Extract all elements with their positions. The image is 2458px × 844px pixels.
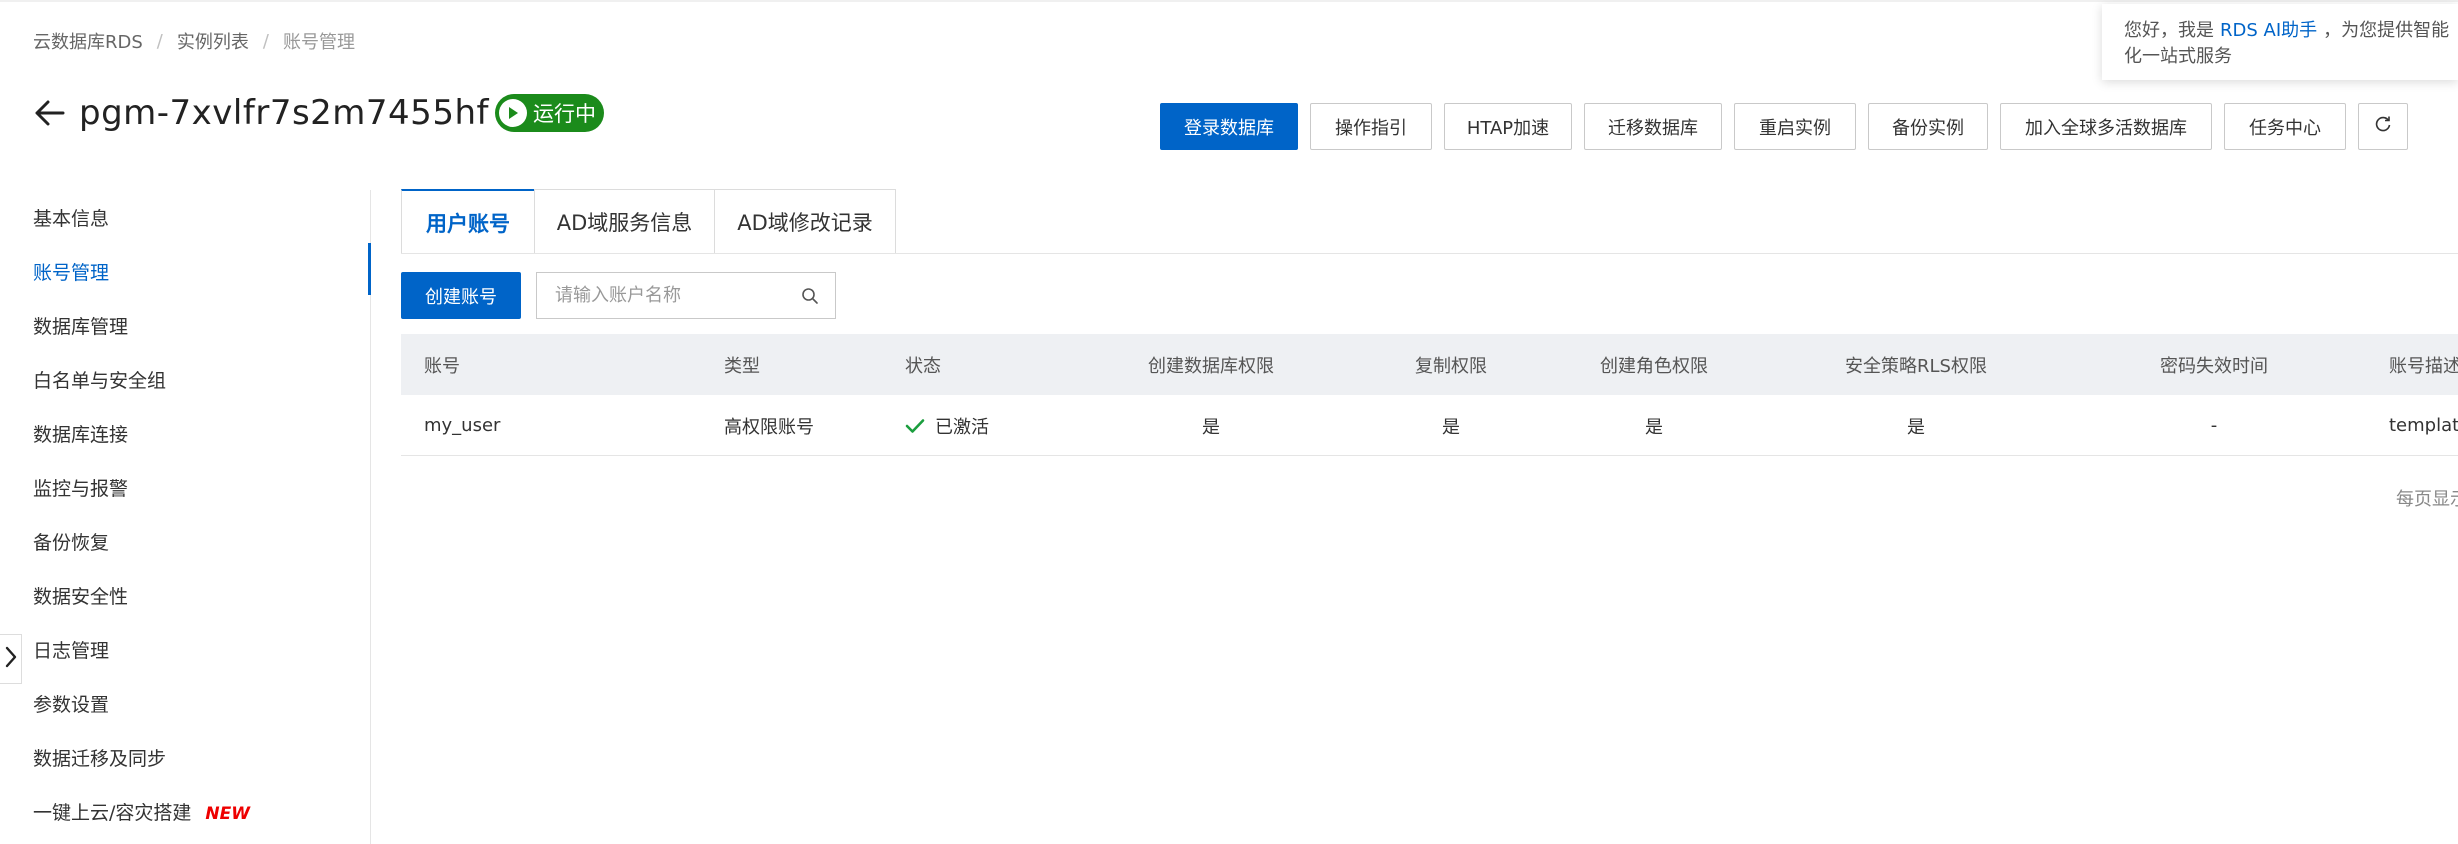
new-badge: NEW: [205, 804, 250, 824]
check-icon: [905, 418, 925, 434]
sidebar-item-database-management[interactable]: 数据库管理: [33, 312, 128, 339]
table-row: my_user 高权限账号 已激活 是 是 是 是 - templat: [401, 395, 2458, 456]
ai-greeting: 您好，我是: [2124, 20, 2214, 41]
migrate-database-button[interactable]: 迁移数据库: [1584, 103, 1722, 150]
refresh-button[interactable]: [2358, 103, 2408, 150]
sidebar-item-whitelist-security-group[interactable]: 白名单与安全组: [33, 366, 166, 393]
restart-instance-button[interactable]: 重启实例: [1734, 103, 1856, 150]
top-divider: [0, 0, 2458, 2]
sidebar-item-parameter-settings[interactable]: 参数设置: [33, 690, 109, 717]
back-arrow-icon[interactable]: [33, 96, 67, 130]
sidebar-item-label: 一键上云/容灾搭建: [33, 802, 192, 824]
breadcrumb-current: 账号管理: [282, 32, 355, 53]
status-badge: 运行中: [494, 94, 604, 132]
cell-create-role-permission: 是: [1645, 416, 1663, 438]
account-tabs: 用户账号 AD域服务信息 AD域修改记录: [401, 189, 896, 254]
per-page-label: 每页显示: [2396, 489, 2458, 510]
title-row: pgm-7xvlfr7s2m7455hf 运行中: [33, 88, 604, 138]
column-header-type: 类型: [724, 355, 760, 377]
tab-user-accounts[interactable]: 用户账号: [401, 189, 535, 254]
cell-status-label: 已激活: [935, 416, 989, 438]
cell-rls-permission: 是: [1907, 416, 1925, 438]
sidebar-item-monitoring-alerts[interactable]: 监控与报警: [33, 474, 128, 501]
column-header-rls-permission: 安全策略RLS权限: [1845, 355, 1987, 377]
breadcrumb-separator: /: [156, 30, 163, 52]
sidebar-item-log-management[interactable]: 日志管理: [33, 636, 109, 663]
breadcrumb-rds[interactable]: 云数据库RDS: [33, 28, 143, 54]
sidebar-item-data-migration-sync[interactable]: 数据迁移及同步: [33, 744, 166, 771]
accounts-table: 账号 类型 状态 创建数据库权限 复制权限 创建角色权限 安全策略RLS权限 密…: [401, 334, 2458, 456]
join-global-active-button[interactable]: 加入全球多活数据库: [2000, 103, 2212, 150]
account-search: [536, 272, 836, 319]
sidebar-item-backup-restore[interactable]: 备份恢复: [33, 528, 109, 555]
search-icon[interactable]: [801, 287, 819, 309]
column-header-replication-permission: 复制权限: [1415, 355, 1487, 377]
column-header-account: 账号: [424, 355, 460, 377]
play-icon: [498, 99, 527, 127]
breadcrumb-instance-list[interactable]: 实例列表: [177, 28, 249, 54]
sidebar-item-cloud-migration-dr[interactable]: 一键上云/容灾搭建 NEW: [33, 798, 250, 825]
cell-password-expiry: -: [2210, 415, 2218, 436]
create-account-button[interactable]: 创建账号: [401, 272, 521, 319]
htap-accelerate-button[interactable]: HTAP加速: [1444, 103, 1572, 150]
cell-account-name: my_user: [424, 415, 501, 436]
search-input[interactable]: [555, 285, 795, 306]
status-label: 运行中: [532, 102, 596, 126]
refresh-icon: [2374, 115, 2392, 138]
ai-assistant-link[interactable]: RDS AI助手: [2220, 20, 2317, 41]
column-header-create-role-permission: 创建角色权限: [1600, 355, 1708, 377]
cell-status: 已激活: [905, 395, 989, 456]
column-header-status: 状态: [905, 355, 941, 377]
breadcrumb: 云数据库RDS / 实例列表 / 账号管理: [33, 28, 355, 54]
ai-assistant-popup: 您好，我是 RDS AI助手 ，为您提供智能 化一站式服务: [2102, 4, 2458, 80]
sidebar-item-database-connection[interactable]: 数据库连接: [33, 420, 128, 447]
page-title: pgm-7xvlfr7s2m7455hf: [79, 93, 489, 133]
breadcrumb-separator: /: [262, 30, 269, 52]
ai-greeting-line2: 化一站式服务: [2124, 46, 2232, 67]
ai-greeting-rest: ，为您提供智能: [2323, 20, 2450, 41]
backup-instance-button[interactable]: 备份实例: [1868, 103, 1988, 150]
column-header-account-description: 账号描述: [2389, 355, 2458, 377]
sidebar-active-indicator: [368, 243, 371, 295]
sidebar: 基本信息 账号管理 数据库管理 白名单与安全组 数据库连接 监控与报警 备份恢复…: [0, 190, 371, 844]
cell-account-description: templat: [2389, 415, 2458, 436]
login-database-button[interactable]: 登录数据库: [1160, 103, 1298, 150]
tab-ad-change-log[interactable]: AD域修改记录: [714, 189, 896, 254]
sidebar-collapse-handle[interactable]: [0, 634, 22, 684]
operation-guide-button[interactable]: 操作指引: [1310, 103, 1432, 150]
tabs-divider: [401, 253, 2458, 254]
column-header-create-db-permission: 创建数据库权限: [1148, 355, 1274, 377]
cell-create-db-permission: 是: [1202, 416, 1220, 438]
sidebar-item-basic-info[interactable]: 基本信息: [33, 204, 109, 231]
instance-toolbar: 登录数据库 操作指引 HTAP加速 迁移数据库 重启实例 备份实例 加入全球多活…: [1160, 103, 2408, 150]
sidebar-item-data-security[interactable]: 数据安全性: [33, 582, 128, 609]
task-center-button[interactable]: 任务中心: [2224, 103, 2346, 150]
table-header: 账号 类型 状态 创建数据库权限 复制权限 创建角色权限 安全策略RLS权限 密…: [401, 334, 2458, 395]
cell-account-type: 高权限账号: [724, 416, 814, 438]
chevron-right-icon: [5, 646, 17, 672]
tab-ad-service-info[interactable]: AD域服务信息: [534, 189, 715, 254]
sidebar-item-account-management[interactable]: 账号管理: [33, 258, 109, 285]
cell-replication-permission: 是: [1442, 416, 1460, 438]
column-header-password-expiry: 密码失效时间: [2160, 355, 2268, 377]
